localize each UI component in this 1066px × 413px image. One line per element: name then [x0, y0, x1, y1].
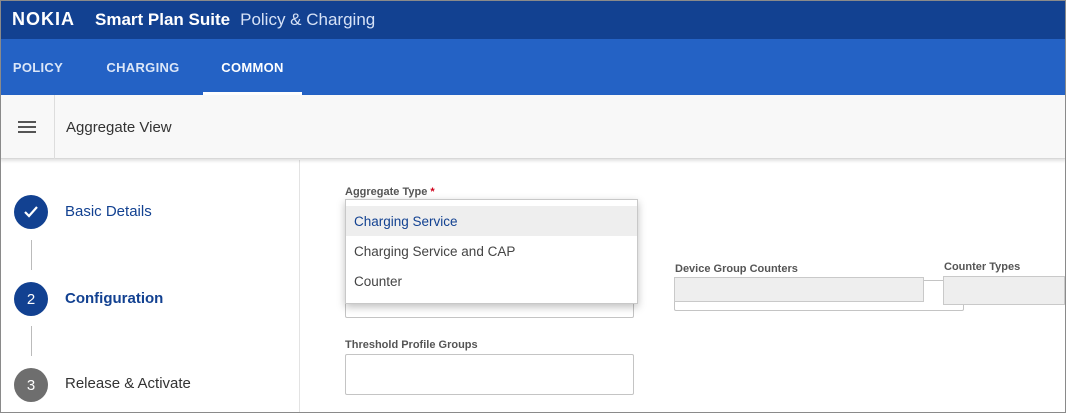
hamburger-menu-icon[interactable]	[0, 95, 55, 159]
checkmark-icon	[24, 206, 38, 218]
step-release-activate[interactable]: Release & Activate	[65, 375, 191, 392]
step-connector	[31, 240, 32, 270]
product-name: Smart Plan Suite	[95, 9, 231, 29]
step-completed-circle[interactable]	[14, 195, 48, 229]
wizard-stepper: Basic Details 2 Configuration 3 Release …	[0, 160, 300, 413]
threshold-profile-groups-label: Threshold Profile Groups	[345, 339, 478, 351]
option-charging-service[interactable]: Charging Service	[346, 206, 637, 236]
step-number-3[interactable]: 3	[14, 368, 48, 402]
step-connector	[31, 326, 32, 356]
main-tab-bar: POLICY CHARGING COMMON	[0, 39, 1066, 95]
required-marker: *	[430, 186, 435, 198]
step-number-2[interactable]: 2	[14, 282, 48, 316]
option-charging-service-and-cap[interactable]: Charging Service and CAP	[346, 236, 637, 266]
aggregate-type-dropdown: Charging Service Charging Service and CA…	[345, 199, 638, 304]
nokia-logo: NOKIA	[12, 9, 75, 29]
device-group-counters-label: Device Group Counters	[675, 263, 798, 275]
tab-common[interactable]: COMMON	[203, 39, 302, 95]
step-configuration[interactable]: Configuration	[65, 290, 163, 307]
counter-types-field	[943, 276, 1065, 305]
tab-policy[interactable]: POLICY	[0, 39, 76, 95]
step-basic-details[interactable]: Basic Details	[65, 203, 152, 220]
top-bar: NOKIA Smart Plan Suite Policy & Charging	[0, 0, 1066, 39]
counter-types-label: Counter Types	[944, 261, 1021, 273]
aggregate-type-label-text: Aggregate Type	[345, 186, 428, 198]
tab-charging[interactable]: CHARGING	[86, 39, 200, 95]
page-title: Aggregate View	[66, 118, 172, 136]
aggregate-type-label: Aggregate Type *	[345, 186, 435, 198]
module-name: Policy & Charging	[240, 9, 376, 29]
view-header: Aggregate View	[0, 95, 1066, 159]
device-group-counters-field	[674, 277, 924, 302]
option-counter[interactable]: Counter	[346, 266, 637, 296]
threshold-profile-groups-input[interactable]	[345, 354, 634, 395]
